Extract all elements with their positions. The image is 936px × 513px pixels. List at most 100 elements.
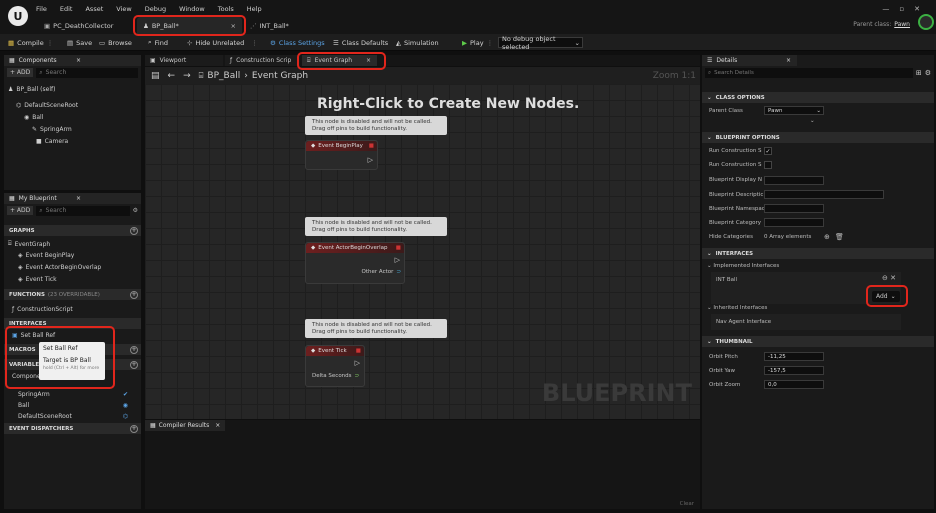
close-icon[interactable]: × — [76, 195, 81, 202]
component-springarm[interactable]: ✎ SpringArm — [32, 126, 72, 133]
blueprint-namespace-input[interactable] — [764, 204, 824, 213]
component-defaultsceneroot[interactable]: ⌬ DefaultSceneRoot — [16, 102, 78, 109]
debug-object-select[interactable]: No debug object selected ⌄ — [498, 35, 583, 51]
interface-actions-icon[interactable]: ⊖ ✕ — [882, 274, 896, 282]
functions-section[interactable]: FUNCTIONS (23 OVERRIDABLE) + — [4, 289, 141, 300]
tab-viewport[interactable]: ▣ Viewport — [145, 55, 223, 66]
component-self[interactable]: ♟ BP_Ball (self) — [8, 86, 55, 93]
var-ball[interactable]: Ball ◉ — [18, 402, 128, 409]
close-icon[interactable]: × — [215, 422, 220, 429]
gear-icon[interactable]: ⚙ — [133, 207, 138, 214]
breadcrumb-event-graph[interactable]: Event Graph — [252, 71, 308, 81]
event-graph-item[interactable]: ⌸ EventGraph — [8, 240, 50, 248]
save-button[interactable]: ▤ Save — [67, 34, 92, 51]
back-arrow-icon[interactable]: ← — [168, 71, 176, 81]
construction-script-item[interactable]: ƒ ConstructionScript — [12, 306, 73, 313]
var-springarm[interactable]: SpringArm ✔ — [18, 391, 128, 398]
add-variable-icon[interactable]: + — [130, 360, 138, 369]
clear-button[interactable]: Clear — [680, 501, 694, 507]
delegate-pin-icon[interactable]: ■ — [369, 143, 374, 149]
trash-icon[interactable]: 🗑 — [835, 233, 844, 241]
menu-item-edit[interactable]: Edit — [60, 5, 73, 13]
simulation-button[interactable]: ◭ Simulation — [396, 34, 439, 51]
hide-unrelated-button[interactable]: ⊹ Hide Unrelated ⋮ — [187, 34, 258, 51]
orbit-yaw-input[interactable]: -157,5 — [764, 366, 824, 375]
menu-item-window[interactable]: Window — [179, 5, 205, 13]
event-beginplay-item[interactable]: ◈ Event BeginPlay — [18, 252, 74, 259]
inherited-interfaces-row[interactable]: ⌄ Inherited Interfaces — [707, 305, 767, 311]
menu-item-help[interactable]: Help — [247, 5, 262, 13]
menu-item-file[interactable]: File — [36, 5, 47, 13]
orbit-pitch-input[interactable]: -11,25 — [764, 352, 824, 361]
add-element-icon[interactable]: ⊕ — [824, 233, 830, 241]
breadcrumb-bp-ball[interactable]: BP_Ball — [207, 71, 240, 81]
delegate-pin-icon[interactable]: ■ — [356, 348, 361, 354]
event-dispatchers-section[interactable]: EVENT DISPATCHERS + — [4, 423, 141, 434]
delegate-pin-icon[interactable]: ■ — [396, 245, 401, 251]
source-control-icon[interactable] — [918, 14, 934, 30]
blueprint-description-input[interactable] — [764, 190, 884, 199]
event-actorbeginoverlap-item[interactable]: ◈ Event ActorBeginOverlap — [18, 264, 101, 271]
add-component-button[interactable]: + ADD — [7, 68, 34, 77]
blueprint-category-input[interactable] — [764, 218, 824, 227]
node-event-tick[interactable]: ◆ Event Tick ■ ▷ Delta Seconds ⊃ — [305, 345, 365, 387]
add-graph-icon[interactable]: + — [130, 226, 138, 235]
var-defaultsceneroot[interactable]: DefaultSceneRoot ⌬ — [18, 413, 128, 420]
close-icon[interactable]: × — [786, 57, 791, 64]
graph-menu-icon[interactable]: ▤ — [151, 71, 160, 81]
blueprint-options-section[interactable]: ⌄ BLUEPRINT OPTIONS — [702, 132, 934, 143]
exec-pin-icon[interactable]: ▷ — [395, 256, 400, 264]
kebab-icon[interactable]: ⋮ — [47, 39, 54, 47]
add-button[interactable]: + ADD — [7, 206, 34, 215]
thumbnail-section[interactable]: ⌄ THUMBNAIL — [702, 336, 934, 347]
tab-int-ball[interactable]: ⋰ INT_Ball* — [244, 17, 295, 34]
unreal-logo-icon[interactable]: U — [8, 6, 28, 26]
interfaces-section[interactable]: ⌄ INTERFACES — [702, 248, 934, 259]
graphs-section[interactable]: GRAPHS + — [4, 225, 141, 236]
parent-class-select[interactable]: Pawn ⌄ — [764, 106, 824, 115]
node-event-actorbeginoverlap[interactable]: ◆ Event ActorBeginOverlap ■ ▷ Other Actor ⊃ — [305, 242, 405, 284]
minimize-icon[interactable]: — — [882, 5, 889, 13]
class-settings-button[interactable]: ⚙ Class Settings — [270, 34, 325, 51]
components-search-input[interactable]: ⌕ Search — [36, 67, 138, 78]
menu-item-asset[interactable]: Asset — [85, 5, 103, 13]
play-button[interactable]: ▶ Play ⋮ — [462, 34, 493, 51]
expand-chevron-icon[interactable]: ⌄ — [810, 118, 815, 124]
maximize-icon[interactable]: ▫ — [899, 5, 904, 13]
browse-button[interactable]: ▭ Browse — [99, 34, 132, 51]
component-ball[interactable]: ◉ Ball — [24, 114, 43, 121]
kebab-icon[interactable]: ⋮ — [251, 39, 258, 47]
menu-item-debug[interactable]: Debug — [145, 5, 166, 13]
compile-button[interactable]: ▦ Compile ⋮ — [8, 34, 53, 51]
menu-item-view[interactable]: View — [116, 5, 131, 13]
other-actor-pin[interactable]: Other Actor ⊃ — [362, 269, 401, 275]
run-construction-checkbox-2[interactable] — [764, 161, 772, 169]
kebab-icon[interactable]: ⋮ — [487, 39, 494, 47]
exec-pin-icon[interactable]: ▷ — [368, 156, 373, 164]
close-window-icon[interactable]: ✕ — [914, 5, 920, 13]
event-tick-item[interactable]: ◈ Event Tick — [18, 276, 57, 283]
add-dispatcher-icon[interactable]: + — [130, 424, 138, 433]
tab-pc-deathcollector[interactable]: ▣ PC_DeathCollector — [38, 17, 119, 34]
run-construction-checkbox-1[interactable]: ✓ — [764, 147, 772, 155]
add-function-icon[interactable]: + — [130, 290, 138, 299]
add-macro-icon[interactable]: + — [130, 345, 138, 354]
details-search-input[interactable]: ⌕ Search Details — [705, 68, 913, 78]
find-button[interactable]: ⌕ Find — [148, 34, 168, 51]
forward-arrow-icon[interactable]: → — [183, 71, 191, 81]
close-icon[interactable]: × — [76, 57, 81, 64]
delta-seconds-pin[interactable]: Delta Seconds ⊃ — [312, 373, 359, 379]
orbit-zoom-input[interactable]: 0,0 — [764, 380, 824, 389]
gear-icon[interactable]: ⚙ — [925, 69, 931, 77]
event-graph-canvas[interactable]: Right-Click to Create New Nodes. BLUEPRI… — [145, 84, 700, 419]
tab-construction-script[interactable]: ƒ Construction Scrip — [225, 55, 300, 66]
class-defaults-button[interactable]: ☰ Class Defaults — [333, 34, 388, 51]
my-blueprint-search-input[interactable]: ⌕ Search — [36, 205, 130, 216]
component-camera[interactable]: ■ Camera — [36, 138, 68, 145]
implemented-interfaces-row[interactable]: ⌄ Implemented Interfaces — [707, 263, 779, 269]
exec-pin-icon[interactable]: ▷ — [355, 359, 360, 367]
class-options-section[interactable]: ⌄ CLASS OPTIONS — [702, 92, 934, 103]
node-event-beginplay[interactable]: ◆ Event BeginPlay ■ ▷ — [305, 140, 378, 170]
menu-item-tools[interactable]: Tools — [218, 5, 234, 13]
table-view-icon[interactable]: ⊞ — [916, 69, 922, 77]
